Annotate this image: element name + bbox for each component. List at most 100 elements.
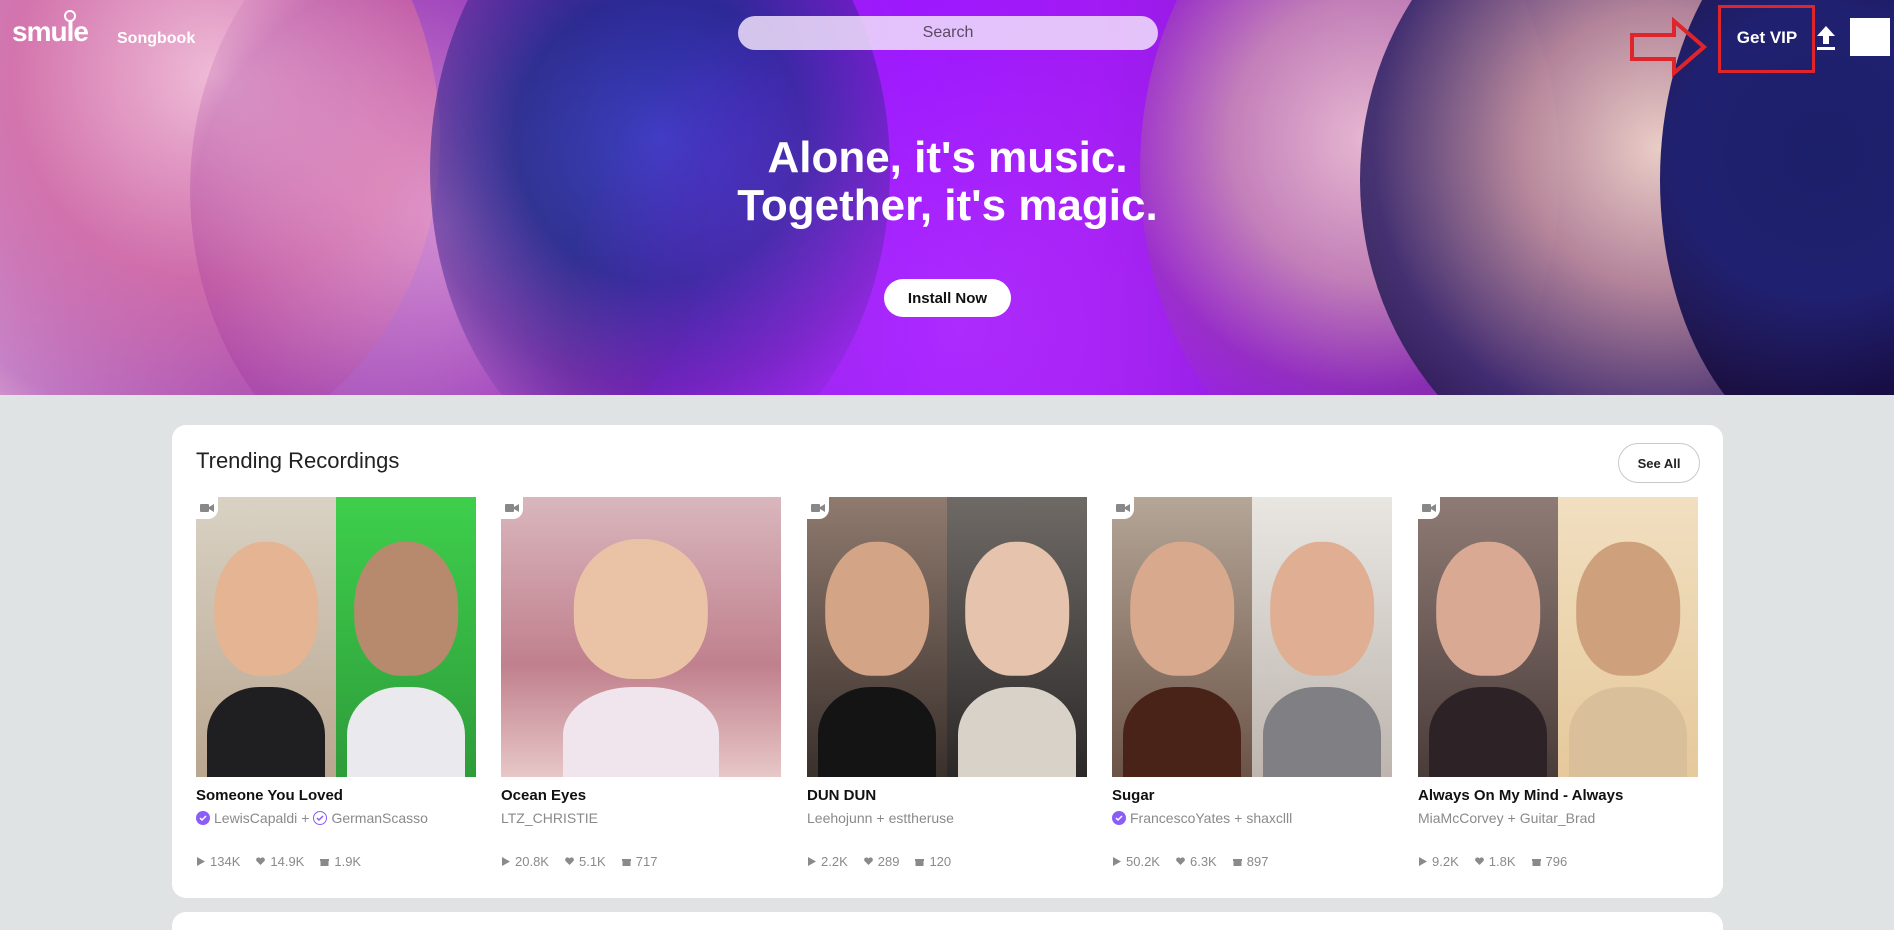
play-icon (808, 857, 816, 866)
recording-thumbnail[interactable] (1418, 497, 1698, 777)
recording-card[interactable]: Ocean Eyes LTZ_CHRISTIE 20.8K 5.1K 717 (501, 497, 781, 869)
likes-count: 5.1K (578, 854, 606, 869)
artist-link[interactable]: Guitar_Brad (1520, 810, 1595, 826)
singer-face (965, 541, 1069, 677)
artist-link[interactable]: esttheruse (889, 810, 954, 826)
plays-stat: 9.2K (1418, 854, 1459, 869)
tagline-line-1: Alone, it's music. (767, 133, 1128, 182)
artist-link[interactable]: LTZ_CHRISTIE (501, 810, 598, 826)
plays-count: 50.2K (1126, 854, 1160, 869)
singer-video-left (1418, 497, 1558, 777)
artist-joiner: + (1507, 810, 1516, 826)
heart-icon (1176, 857, 1185, 865)
plays-stat: 50.2K (1112, 854, 1160, 869)
recording-thumbnail[interactable] (1112, 497, 1392, 777)
singer-face (1576, 541, 1680, 677)
singer-body (958, 687, 1076, 777)
artist-link[interactable]: Leehojunn (807, 810, 872, 826)
recording-title[interactable]: Sugar (1112, 787, 1392, 804)
singer-body (1429, 687, 1547, 777)
video-camera-icon (1112, 497, 1134, 519)
likes-stat: 289 (863, 854, 900, 869)
gift-icon (915, 859, 925, 866)
play-icon (502, 857, 510, 866)
play-icon (1419, 857, 1427, 866)
artist-link[interactable]: LewisCapaldi (214, 810, 297, 826)
recording-thumbnail[interactable] (807, 497, 1087, 777)
gifts-count: 1.9K (334, 854, 362, 869)
gift-icon (1232, 859, 1242, 866)
recording-stats: 2.2K 289 120 (807, 854, 1087, 869)
singer-body (562, 687, 720, 777)
nav-songbook-link[interactable]: Songbook (117, 30, 195, 48)
artist-link[interactable]: FrancescoYates (1130, 810, 1230, 826)
gifts-stat: 897 (1232, 854, 1269, 869)
singer-face (573, 539, 709, 679)
singer-body (347, 687, 465, 777)
upload-icon[interactable] (1815, 24, 1837, 52)
recording-card[interactable]: Always On My Mind - Always MiaMcCorvey +… (1418, 497, 1698, 869)
gifts-count: 796 (1545, 854, 1568, 869)
gifts-count: 897 (1246, 854, 1269, 869)
recording-artists: LewisCapaldi + GermanScasso (196, 810, 476, 826)
likes-count: 289 (877, 854, 900, 869)
smule-logo[interactable]: smule (12, 10, 89, 48)
recording-thumbnail[interactable] (196, 497, 476, 777)
singer-body (1263, 687, 1381, 777)
recording-title[interactable]: DUN DUN (807, 787, 1087, 804)
plays-count: 20.8K (515, 854, 549, 869)
recording-card[interactable]: Sugar FrancescoYates + shaxclll 50.2K 6.… (1112, 497, 1392, 869)
get-vip-button[interactable]: Get VIP (1724, 18, 1810, 58)
gifts-count: 120 (929, 854, 952, 869)
logo-text: smule (12, 16, 89, 47)
gifts-stat: 796 (1531, 854, 1568, 869)
trending-recordings-section: Trending Recordings See All Someone You … (172, 425, 1723, 898)
singer-face (825, 541, 929, 677)
singer-face (1130, 541, 1234, 677)
recording-title[interactable]: Always On My Mind - Always (1418, 787, 1698, 804)
singer-face (1270, 541, 1374, 677)
section-title: Trending Recordings (196, 448, 400, 473)
likes-count: 14.9K (270, 854, 305, 869)
heart-icon (565, 857, 574, 865)
play-icon (197, 857, 205, 866)
next-section-card (172, 912, 1723, 930)
recording-stats: 20.8K 5.1K 717 (501, 854, 781, 869)
likes-count: 1.8K (1488, 854, 1516, 869)
singer-body (818, 687, 936, 777)
artist-link[interactable]: MiaMcCorvey (1418, 810, 1504, 826)
recording-card[interactable]: Someone You Loved LewisCapaldi + GermanS… (196, 497, 476, 869)
likes-count: 6.3K (1189, 854, 1217, 869)
singer-face (214, 541, 318, 677)
heart-icon (256, 857, 266, 865)
artist-link[interactable]: shaxclll (1246, 810, 1292, 826)
gifts-count: 717 (635, 854, 658, 869)
gifts-stat: 120 (915, 854, 951, 869)
install-now-button[interactable]: Install Now (884, 279, 1011, 317)
video-camera-icon (196, 497, 218, 519)
artist-joiner: + (1234, 810, 1243, 826)
likes-stat: 6.3K (1176, 854, 1217, 869)
recording-title[interactable]: Someone You Loved (196, 787, 476, 804)
verified-badge-icon (1112, 811, 1126, 825)
recording-artists: MiaMcCorvey + Guitar_Brad (1418, 810, 1698, 826)
singer-video-left (807, 497, 947, 777)
singer-body (207, 687, 325, 777)
recording-title[interactable]: Ocean Eyes (501, 787, 781, 804)
recording-card[interactable]: DUN DUN Leehojunn + esttheruse 2.2K 289 … (807, 497, 1087, 869)
search-input[interactable] (738, 16, 1158, 50)
singer-video-right (1252, 497, 1392, 777)
heart-icon (1474, 857, 1484, 865)
user-avatar[interactable] (1850, 18, 1890, 56)
video-camera-icon (807, 497, 829, 519)
singer-face (354, 541, 458, 677)
singer-video-left (196, 497, 336, 777)
plays-count: 9.2K (1432, 854, 1459, 869)
see-all-button[interactable]: See All (1618, 443, 1700, 483)
likes-stat: 5.1K (565, 854, 606, 869)
recording-thumbnail[interactable] (501, 497, 781, 777)
plays-stat: 134K (196, 854, 240, 869)
artist-link[interactable]: GermanScasso (331, 810, 427, 826)
singer-body (1569, 687, 1687, 777)
gift-icon (1531, 859, 1541, 866)
